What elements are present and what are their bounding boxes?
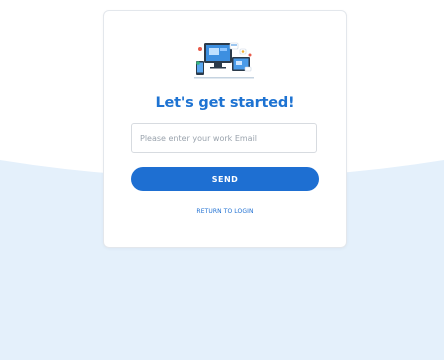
reset-password-card: Let's get started! SEND RETURN TO LOGIN xyxy=(103,10,347,248)
send-button[interactable]: SEND xyxy=(131,167,319,191)
return-to-login-link[interactable]: RETURN TO LOGIN xyxy=(104,208,346,215)
page: Let's get started! SEND RETURN TO LOGIN xyxy=(0,0,444,360)
email-field[interactable] xyxy=(131,123,317,153)
page-title: Let's get started! xyxy=(155,95,295,111)
devices-illustration-icon xyxy=(194,42,254,79)
